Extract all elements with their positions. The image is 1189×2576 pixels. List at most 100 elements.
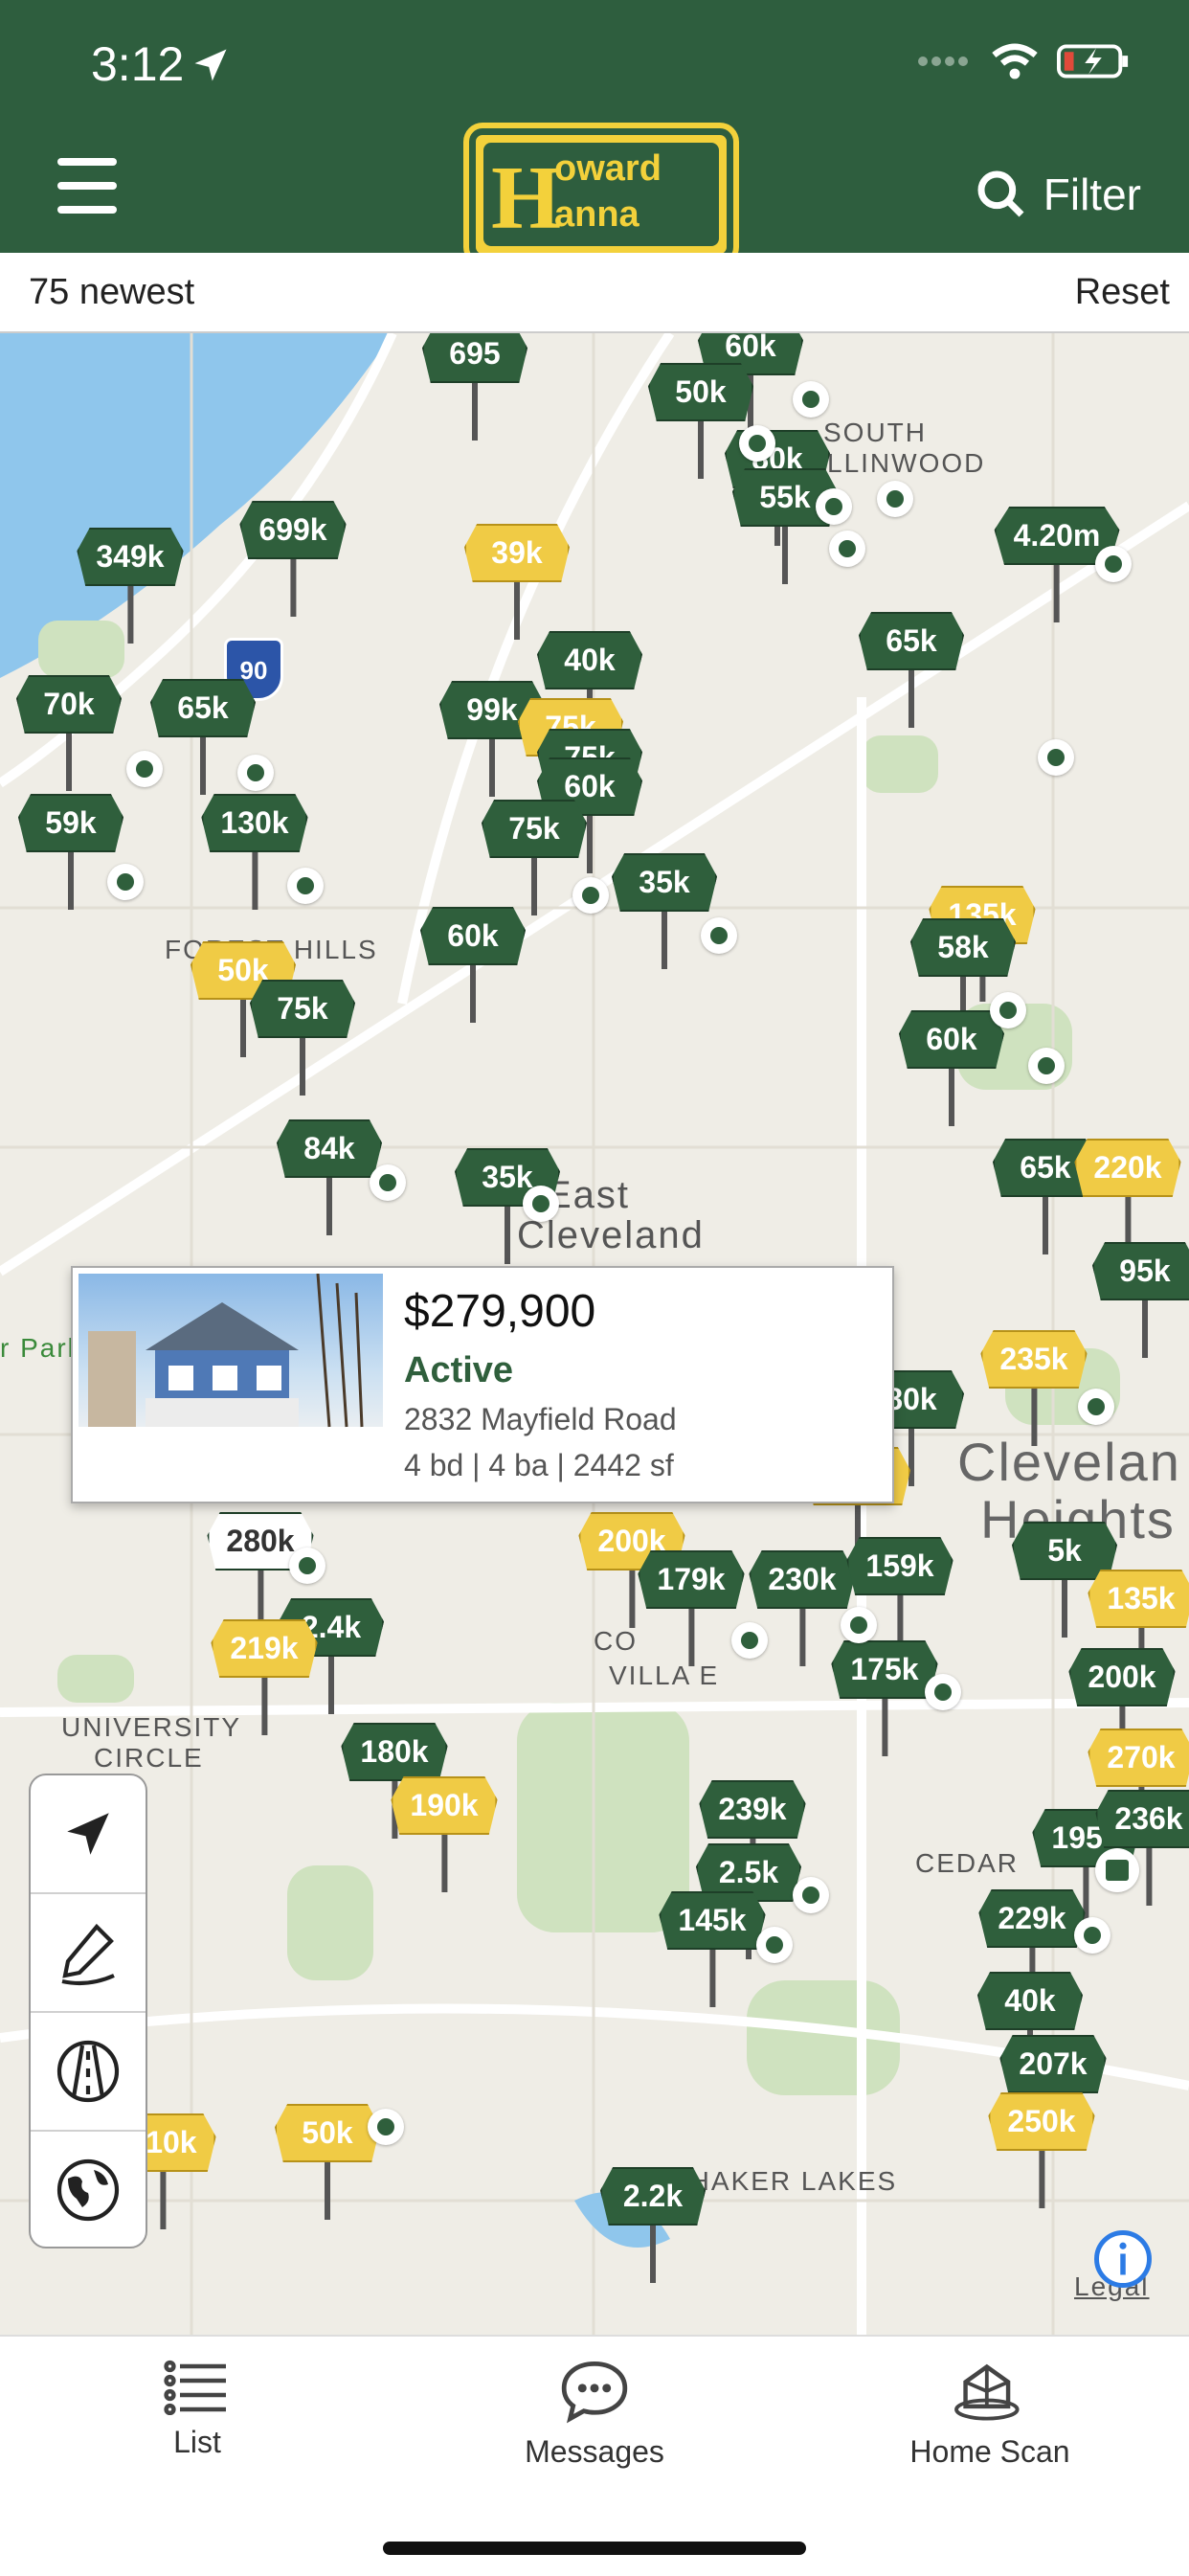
pin-stem [200,737,206,795]
price-pin[interactable]: 175k [831,1640,938,1756]
price-pin-label: 239k [699,1780,806,1839]
price-pin-label: 159k [846,1537,953,1595]
price-pin[interactable]: 65k [859,612,964,728]
price-pin[interactable]: 70k [16,675,122,791]
open-house-icon[interactable] [793,381,829,418]
tab-list[interactable]: List [73,2358,322,2460]
price-pin-label: 145k [659,1891,766,1950]
open-house-icon[interactable] [289,1548,325,1584]
price-pin[interactable]: 84k [277,1119,382,1235]
price-pin[interactable]: 235k [980,1330,1088,1446]
open-house-icon[interactable] [731,1622,768,1659]
price-pin-label: 179k [638,1550,745,1609]
price-pin-label: 349k [77,528,184,586]
open-house-icon[interactable] [1078,1389,1114,1425]
locate-button[interactable] [31,1775,146,1894]
filter-button[interactable]: Filter [975,168,1141,221]
commute-button[interactable] [31,2013,146,2132]
open-house-icon[interactable] [523,1186,559,1222]
open-house-icon[interactable] [925,1674,961,1710]
price-pin[interactable]: 219k [211,1619,318,1735]
tab-home-scan[interactable]: Home Scan [865,2358,1114,2470]
draw-button[interactable] [31,1894,146,2013]
price-pin-label: 219k [211,1619,318,1678]
globe-icon [56,2158,120,2222]
price-pin[interactable]: 349k [77,528,184,644]
price-pin[interactable]: 60k [420,907,526,1023]
price-pin-label: 695 [422,333,527,383]
map-label: CO [594,1626,638,1656]
price-pin-label: 39k [464,524,570,582]
open-house-icon[interactable] [990,992,1026,1028]
pin-stem [489,739,495,797]
open-house-icon[interactable] [829,531,865,567]
open-house-icon[interactable] [287,868,324,904]
listing-price: $279,900 [404,1286,596,1337]
open-house-icon[interactable] [572,877,609,914]
open-house-icon[interactable] [816,488,852,525]
pin-stem [328,1657,334,1714]
price-pin[interactable]: 695 [422,333,527,441]
open-house-icon[interactable] [793,1877,829,1913]
price-pin-label: 190k [391,1776,498,1835]
open-house-icon[interactable] [739,425,775,462]
open-house-icon[interactable] [1038,739,1074,776]
home-scan-icon [954,2363,1020,2421]
open-house-icon[interactable] [370,1164,406,1201]
open-house-icon[interactable] [701,917,737,954]
open-house-icon[interactable] [841,1607,877,1643]
reset-button[interactable]: Reset [1075,272,1170,313]
price-pin[interactable]: 2.2k [600,2167,706,2283]
price-pin-label: 180k [341,1723,448,1781]
price-pin[interactable]: 39k [464,524,570,640]
open-house-icon[interactable] [237,755,274,791]
home-indicator [383,2542,806,2555]
pin-stem [252,852,258,910]
price-pin[interactable]: 60k [899,1010,1004,1126]
open-house-icon[interactable] [756,1927,793,1963]
pin-stem [1043,1197,1048,1254]
pin-stem [799,1609,805,1666]
open-house-icon[interactable] [1028,1048,1065,1084]
newest-label[interactable]: 75 newest [29,272,194,313]
pin-stem [531,858,537,915]
price-pin[interactable]: 35k [612,853,717,969]
info-icon[interactable] [1091,2227,1155,2291]
price-pin[interactable]: 75k [482,800,587,915]
pin-stem [290,559,296,617]
open-house-icon[interactable] [1074,1917,1110,1954]
listing-photo [79,1273,383,1492]
price-pin[interactable]: 95k [1092,1242,1189,1358]
price-pin[interactable]: 220k [1074,1139,1181,1254]
price-pin-label: 235k [980,1330,1088,1389]
map-layers-button[interactable] [31,2132,146,2247]
price-pin[interactable]: 179k [638,1550,745,1666]
tab-messages[interactable]: Messages [470,2358,719,2470]
calendar-icon[interactable] [1095,1848,1139,1892]
pin-stem [650,2226,656,2283]
price-pin-label: 40k [977,1972,1083,2030]
menu-button[interactable] [57,158,117,214]
open-house-icon[interactable] [1095,546,1132,582]
price-pin-label: 236k [1095,1790,1189,1848]
price-pin[interactable]: 59k [18,794,123,910]
open-house-icon[interactable] [107,864,144,900]
price-pin[interactable]: 50k [275,2104,380,2220]
pin-stem [629,1570,635,1628]
listing-callout[interactable]: $279,900 Active 2832 Mayfield Road 4 bd … [71,1266,894,1503]
price-pin[interactable]: 55k [732,468,838,584]
pin-stem [949,1069,954,1126]
price-pin[interactable]: 190k [391,1776,498,1892]
open-house-icon[interactable] [368,2109,404,2145]
price-pin[interactable]: 250k [988,2092,1095,2208]
price-pin[interactable]: 699k [239,501,347,617]
price-pin[interactable]: 75k [250,980,355,1096]
results-bar: 75 newest Reset [0,253,1189,333]
map-label: CIRCLE [94,1743,204,1773]
price-pin[interactable]: 145k [659,1891,766,2007]
price-pin-label: 58k [910,918,1016,977]
pin-stem [1031,1389,1037,1446]
open-house-icon[interactable] [877,481,913,517]
open-house-icon[interactable] [126,751,163,787]
status-time: 3:12 [91,37,185,91]
